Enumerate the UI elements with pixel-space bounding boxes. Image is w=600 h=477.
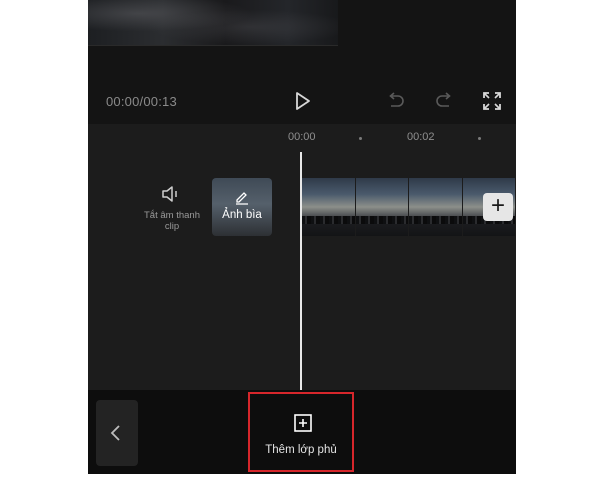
- playhead[interactable]: [300, 152, 302, 390]
- redo-icon[interactable]: [433, 90, 455, 112]
- time-display: 00:00/00:13: [106, 94, 177, 109]
- add-overlay-button[interactable]: Thêm lớp phủ: [248, 392, 354, 472]
- clip-thumbnail: [409, 178, 462, 236]
- clip-thumbnail: [302, 178, 355, 236]
- fullscreen-icon[interactable]: [481, 90, 503, 112]
- mute-label-line1: Tắt âm thanh: [144, 210, 200, 221]
- video-preview: [88, 0, 516, 70]
- mute-label-line2: clip: [164, 221, 180, 232]
- ruler-label-start: 00:00: [288, 131, 316, 143]
- app-window: 00:00/00:13 00:00 00:02 Tắt âm thanh cli…: [88, 0, 516, 474]
- playback-controls: 00:00/00:13: [88, 78, 516, 124]
- undo-icon[interactable]: [385, 90, 407, 112]
- bottom-toolbar: Thêm lớp phủ: [88, 390, 516, 474]
- mute-clip-audio-button[interactable]: Tắt âm thanh clip: [140, 184, 204, 232]
- add-overlay-label: Thêm lớp phủ: [265, 444, 337, 456]
- time-ruler: 00:00 00:02: [88, 124, 516, 152]
- pencil-icon: [236, 192, 248, 205]
- add-clip-button[interactable]: +: [483, 193, 513, 221]
- cover-image-button[interactable]: Ảnh bìa: [212, 178, 272, 236]
- video-preview-frame: [88, 0, 338, 46]
- ruler-dot: [478, 137, 481, 140]
- clip-thumbnail: [355, 178, 408, 236]
- cover-label: Ảnh bìa: [222, 209, 262, 221]
- timeline[interactable]: 00:00 00:02 Tắt âm thanh clip Ảnh bìa +: [88, 124, 516, 390]
- speaker-icon: [162, 186, 177, 202]
- chevron-left-icon: [110, 425, 120, 441]
- back-button[interactable]: [96, 400, 138, 466]
- play-icon[interactable]: [291, 90, 313, 112]
- ruler-dot: [359, 137, 362, 140]
- add-square-icon: [294, 414, 312, 432]
- ruler-label-2s: 00:02: [407, 131, 435, 143]
